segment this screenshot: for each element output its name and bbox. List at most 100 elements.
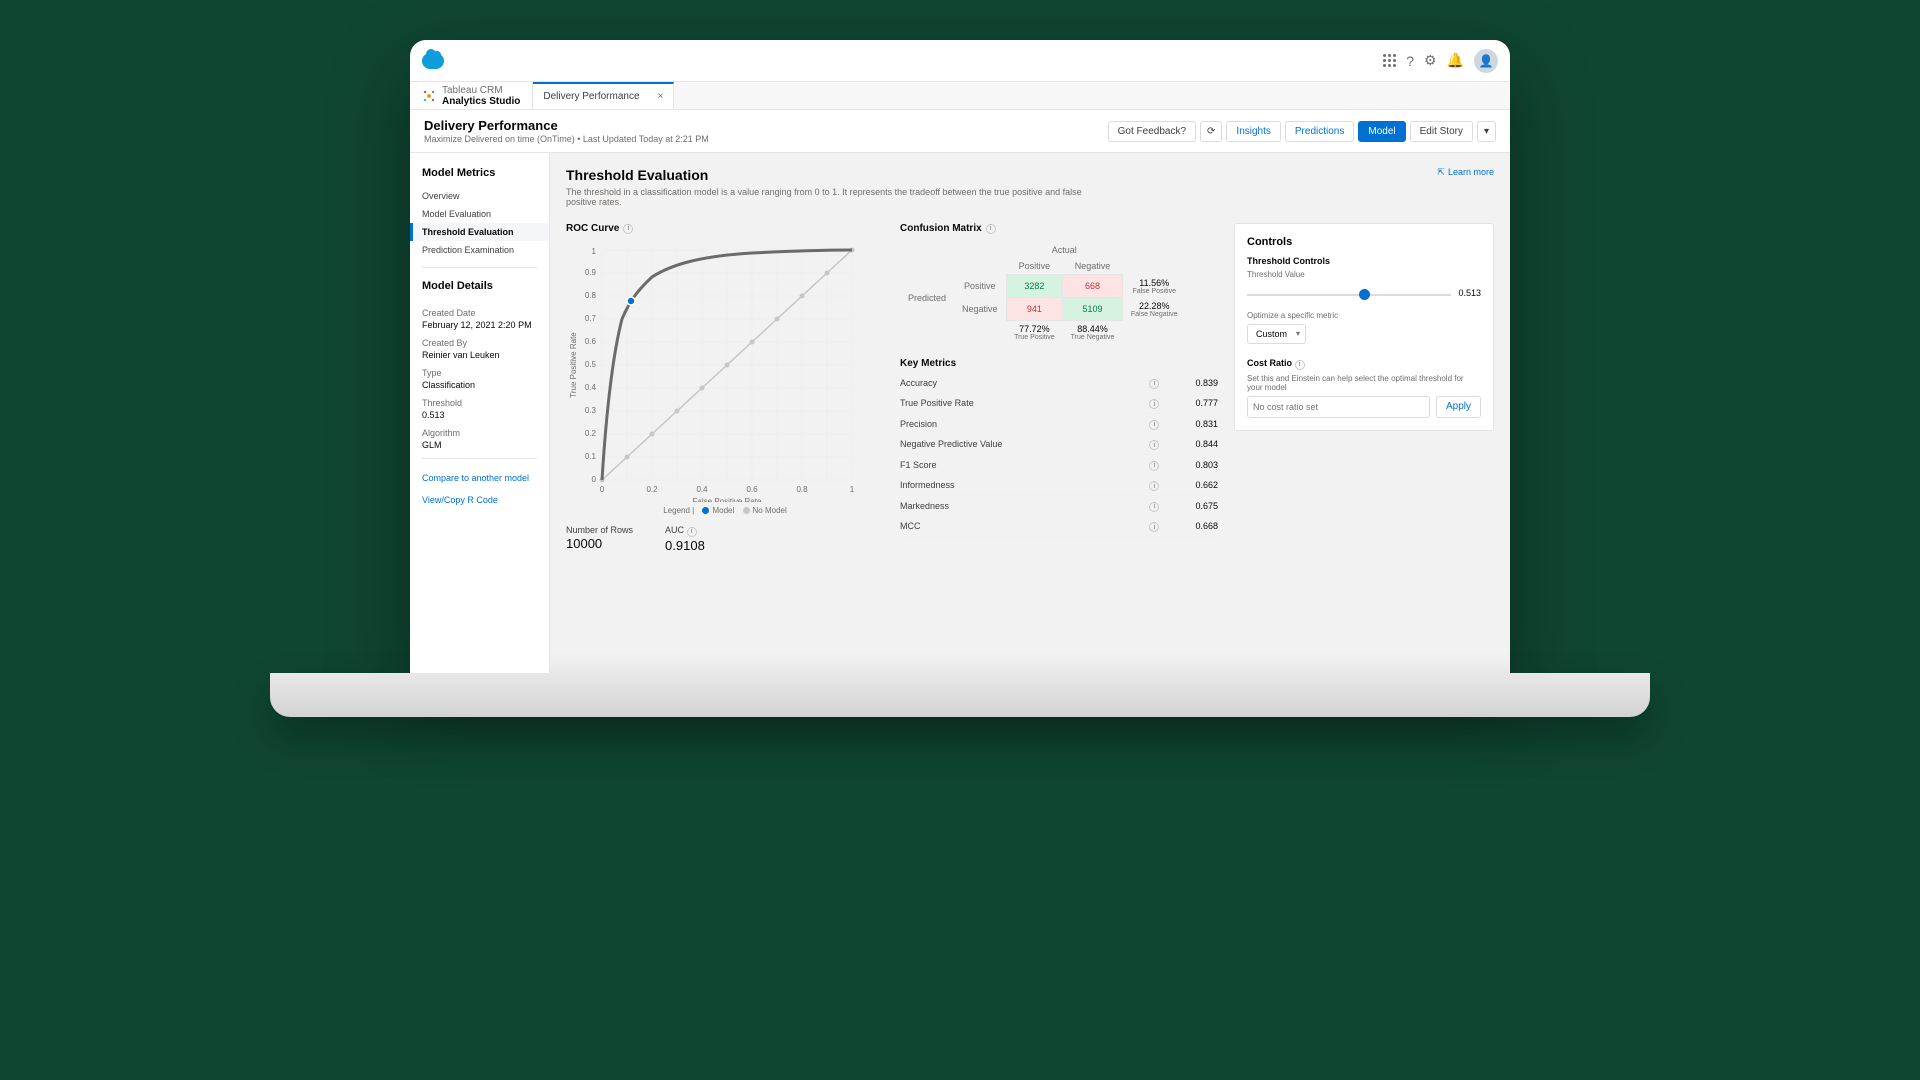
edit-story-button[interactable]: Edit Story — [1410, 121, 1473, 142]
tab-delivery-performance[interactable]: Delivery Performance × — [533, 82, 674, 109]
menu-button[interactable]: ▾ — [1477, 121, 1496, 142]
controls-title: Controls — [1247, 236, 1481, 248]
svg-text:0.7: 0.7 — [585, 314, 597, 323]
svg-text:0.5: 0.5 — [585, 360, 597, 369]
rows-label: Number of Rows — [566, 525, 633, 535]
learn-more-link[interactable]: ⇱ Learn more — [1437, 167, 1494, 178]
sidebar-item-model-evaluation[interactable]: Model Evaluation — [410, 205, 549, 223]
svg-text:0.2: 0.2 — [646, 485, 658, 494]
info-icon[interactable]: i — [623, 224, 633, 234]
detail-label: Algorithm — [422, 428, 537, 438]
tab-label: Delivery Performance — [543, 91, 639, 102]
auc-value: 0.9108 — [665, 538, 705, 553]
refresh-button[interactable]: ⟳ — [1200, 121, 1222, 142]
analytics-icon — [422, 89, 436, 103]
svg-text:1: 1 — [850, 485, 855, 494]
optimize-select[interactable]: Custom — [1247, 324, 1306, 344]
svg-text:0.8: 0.8 — [796, 485, 808, 494]
detail-label: Created Date — [422, 308, 537, 318]
controls-panel: Controls Threshold Controls Threshold Va… — [1234, 223, 1494, 431]
info-icon[interactable]: i — [1149, 420, 1159, 430]
detail-value: Classification — [422, 380, 537, 390]
info-icon[interactable]: i — [1149, 379, 1159, 389]
view-r-code-link[interactable]: View/Copy R Code — [410, 489, 549, 511]
settings-icon[interactable]: ⚙ — [1424, 52, 1437, 69]
detail-value: February 12, 2021 2:20 PM — [422, 320, 537, 330]
feedback-button[interactable]: Got Feedback? — [1108, 121, 1196, 142]
cm-title: Confusion Matrix — [900, 223, 982, 234]
section-description: The threshold in a classification model … — [566, 187, 1086, 207]
metric-row: F1 Scorei0.803 — [900, 455, 1218, 476]
metric-row: Precisioni0.831 — [900, 414, 1218, 435]
key-metrics-title: Key Metrics — [900, 358, 1218, 369]
info-icon[interactable]: i — [986, 224, 996, 234]
cm-tp: 3282 — [1006, 275, 1063, 298]
info-icon[interactable]: i — [1295, 360, 1305, 370]
detail-value: 0.513 — [422, 410, 537, 420]
section-title: Threshold Evaluation — [566, 167, 1086, 183]
detail-label: Type — [422, 368, 537, 378]
detail-label: Created By — [422, 338, 537, 348]
detail-label: Threshold — [422, 398, 537, 408]
info-icon[interactable]: i — [1149, 399, 1159, 409]
info-icon[interactable]: i — [1149, 481, 1159, 491]
close-icon[interactable]: × — [658, 91, 664, 102]
threshold-marker[interactable] — [627, 297, 635, 305]
info-icon[interactable]: i — [1149, 440, 1159, 450]
optimize-label: Optimize a specific metric — [1247, 311, 1481, 320]
info-icon[interactable]: i — [1149, 522, 1159, 532]
help-icon[interactable]: ? — [1406, 53, 1414, 69]
y-axis-label: True Positive Rate — [569, 332, 578, 398]
threshold-value: 0.513 — [1458, 288, 1481, 298]
tab-bar: Tableau CRMAnalytics Studio Delivery Per… — [410, 82, 1510, 110]
info-icon[interactable]: i — [687, 527, 697, 537]
svg-text:0.6: 0.6 — [746, 485, 758, 494]
global-header: ? ⚙ 🔔 👤 — [410, 40, 1510, 82]
confusion-matrix: Actual PositiveNegative Predicted Positi… — [900, 242, 1186, 344]
svg-text:0: 0 — [592, 475, 597, 484]
slider-thumb[interactable] — [1359, 289, 1370, 300]
sidebar-item-threshold-evaluation[interactable]: Threshold Evaluation — [410, 223, 549, 241]
app-launcher-icon[interactable] — [1383, 54, 1396, 67]
svg-text:0.1: 0.1 — [585, 452, 597, 461]
model-button[interactable]: Model — [1358, 121, 1405, 142]
page-header: Delivery Performance Maximize Delivered … — [410, 110, 1510, 153]
insights-button[interactable]: Insights — [1226, 121, 1280, 142]
app-tab-line2: Analytics Studio — [442, 96, 520, 107]
avatar[interactable]: 👤 — [1474, 49, 1498, 73]
cm-fn: 668 — [1063, 275, 1123, 298]
metric-row: Accuracyi0.839 — [900, 373, 1218, 393]
svg-text:0.8: 0.8 — [585, 291, 597, 300]
x-axis-label: False Positive Rate — [693, 497, 762, 502]
model-details-title: Model Details — [410, 276, 549, 300]
svg-text:0.6: 0.6 — [585, 337, 597, 346]
metric-row: MCCi0.668 — [900, 516, 1218, 537]
metric-row: True Positive Ratei0.777 — [900, 393, 1218, 414]
cost-ratio-desc: Set this and Einstein can help select th… — [1247, 374, 1481, 392]
roc-legend: Legend | Model No Model — [566, 506, 884, 515]
external-icon: ⇱ — [1437, 167, 1445, 178]
cost-ratio-input[interactable] — [1247, 396, 1430, 418]
sidebar-item-overview[interactable]: Overview — [410, 187, 549, 205]
detail-value: Reinier van Leuken — [422, 350, 537, 360]
page-title: Delivery Performance — [424, 118, 709, 133]
info-icon[interactable]: i — [1149, 502, 1159, 512]
cm-tn: 5109 — [1063, 298, 1123, 321]
key-metrics-table: Accuracyi0.839 True Positive Ratei0.777 … — [900, 373, 1218, 537]
predictions-button[interactable]: Predictions — [1285, 121, 1354, 142]
threshold-controls-title: Threshold Controls — [1247, 256, 1481, 266]
app-tab-line1: Tableau CRM — [442, 85, 520, 96]
svg-text:0.4: 0.4 — [696, 485, 708, 494]
app-tab-analytics-studio[interactable]: Tableau CRMAnalytics Studio — [410, 82, 533, 109]
roc-panel: ROC Curvei — [566, 223, 884, 553]
threshold-slider[interactable]: 0.513 — [1247, 285, 1481, 305]
notification-icon[interactable]: 🔔 — [1447, 52, 1464, 69]
info-icon[interactable]: i — [1149, 461, 1159, 471]
metric-row: Markednessi0.675 — [900, 496, 1218, 517]
rows-value: 10000 — [566, 536, 633, 551]
compare-model-link[interactable]: Compare to another model — [410, 467, 549, 489]
svg-text:1: 1 — [592, 247, 597, 256]
apply-button[interactable]: Apply — [1436, 396, 1481, 418]
sidebar-item-prediction-examination[interactable]: Prediction Examination — [410, 241, 549, 259]
sidebar: Model Metrics Overview Model Evaluation … — [410, 153, 550, 673]
